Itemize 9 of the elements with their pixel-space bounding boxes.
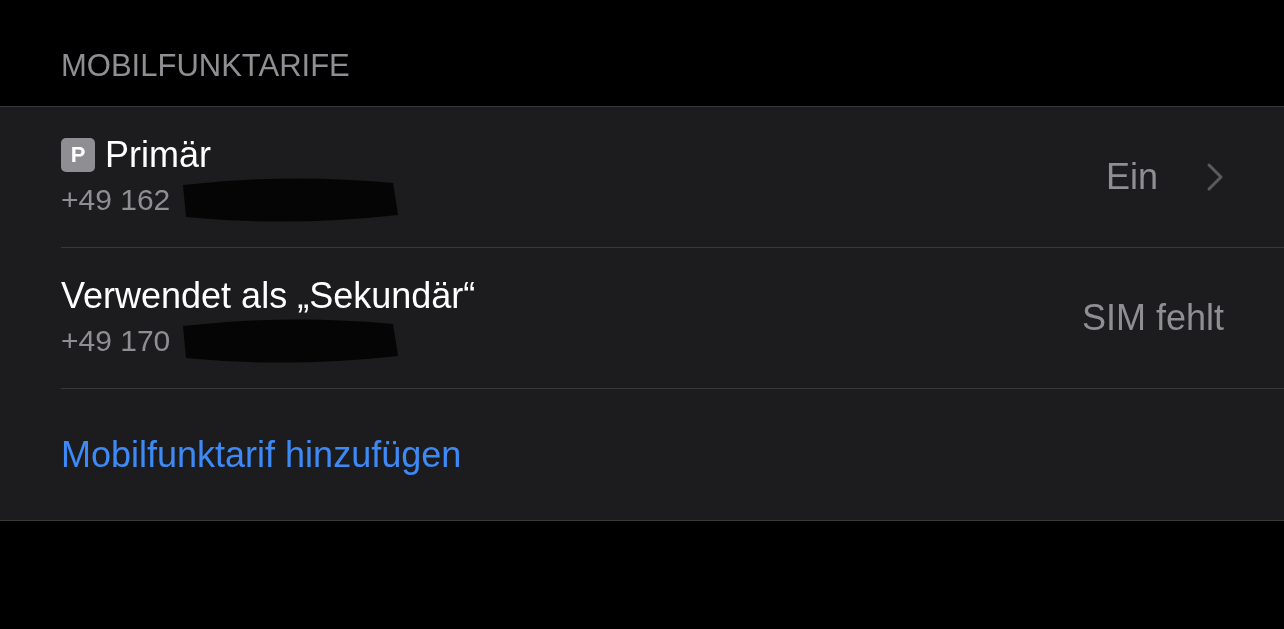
plan-status-button[interactable]: Ein — [1105, 156, 1224, 198]
phone-number: +49 170 — [61, 324, 171, 358]
section-header: MOBILFUNKTARIFE — [61, 48, 350, 83]
phone-number: +49 162 — [61, 183, 171, 217]
primary-badge: P — [61, 138, 95, 172]
plan-title: Verwendet als „Sekundär“ — [61, 275, 476, 317]
plan-status: SIM fehlt — [1081, 297, 1224, 339]
add-plan-link[interactable]: Mobilfunktarif hinzufügen — [61, 433, 462, 476]
plan-title: Primär — [105, 134, 211, 176]
